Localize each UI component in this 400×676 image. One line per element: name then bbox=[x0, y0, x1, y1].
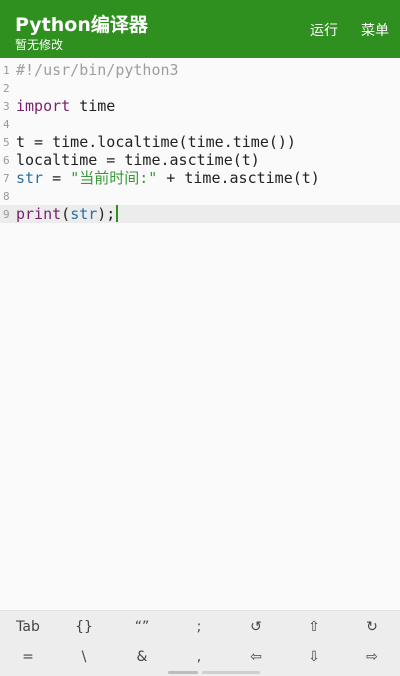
key-quotes[interactable]: “” bbox=[122, 619, 162, 635]
menu-button[interactable]: 菜单 bbox=[361, 20, 389, 40]
key-semicolon[interactable]: ; bbox=[179, 619, 219, 635]
shift-up-icon[interactable]: ⇧ bbox=[294, 619, 334, 635]
code-line[interactable]: 7 str = "当前时间:" + time.asctime(t) bbox=[0, 169, 400, 187]
line-number: 7 bbox=[3, 172, 10, 185]
code-editor[interactable]: 1 #!/usr/bin/python3 2 3 import time 4 5… bbox=[0, 58, 400, 610]
key-ampersand[interactable]: & bbox=[122, 649, 162, 665]
app-title: Python编译器 bbox=[15, 14, 148, 36]
key-equals[interactable]: = bbox=[8, 649, 48, 665]
line-number: 1 bbox=[3, 64, 10, 77]
key-backslash[interactable]: \ bbox=[64, 649, 104, 665]
line-number: 4 bbox=[3, 118, 10, 131]
arrow-left-icon[interactable]: ⇦ bbox=[236, 649, 276, 665]
code-text: #!/usr/bin/python3 bbox=[16, 61, 179, 79]
navigation-handle bbox=[168, 671, 198, 674]
code-line[interactable]: 1 #!/usr/bin/python3 bbox=[0, 61, 400, 79]
line-number: 9 bbox=[3, 208, 10, 221]
key-tab[interactable]: Tab bbox=[8, 619, 48, 635]
key-comma[interactable]: , bbox=[179, 649, 219, 665]
arrow-right-icon[interactable]: ⇨ bbox=[352, 649, 392, 665]
code-line[interactable]: 3 import time bbox=[0, 97, 400, 115]
code-text: import time bbox=[16, 97, 116, 115]
string-token: "当前时间:" bbox=[70, 169, 158, 187]
key-braces[interactable]: {} bbox=[64, 619, 104, 635]
arrow-down-icon[interactable]: ⇩ bbox=[294, 649, 334, 665]
code-line[interactable]: 2 bbox=[0, 79, 400, 97]
undo-icon[interactable]: ↺ bbox=[236, 619, 276, 635]
code-line[interactable]: 5 t = time.localtime(time.time()) bbox=[0, 133, 400, 151]
code-text: str = "当前时间:" + time.asctime(t) bbox=[16, 169, 320, 187]
symbol-keyboard-bar: Tab {} “” ; ↺ ⇧ ↻ = \ & , ⇦ ⇩ ⇨ bbox=[0, 610, 400, 676]
code-line[interactable]: 4 bbox=[0, 115, 400, 133]
app-bar: Python编译器 暂无修改 运行 菜单 bbox=[0, 0, 400, 58]
navigation-handle bbox=[202, 671, 260, 674]
builtin-token: str bbox=[70, 205, 98, 223]
line-number: 6 bbox=[3, 154, 10, 167]
line-number: 3 bbox=[3, 100, 10, 113]
code-line[interactable]: 6 localtime = time.asctime(t) bbox=[0, 151, 400, 169]
keyword-token: import bbox=[16, 97, 71, 115]
keyword-token: print bbox=[16, 205, 62, 223]
redo-icon[interactable]: ↻ bbox=[352, 619, 392, 635]
run-button[interactable]: 运行 bbox=[310, 20, 338, 40]
modification-status: 暂无修改 bbox=[15, 38, 64, 52]
text-cursor bbox=[116, 205, 119, 222]
line-number: 8 bbox=[3, 190, 10, 203]
code-text: print(str); bbox=[16, 205, 119, 223]
code-text: t = time.localtime(time.time()) bbox=[16, 133, 296, 151]
code-text: localtime = time.asctime(t) bbox=[16, 151, 260, 169]
line-number: 2 bbox=[3, 82, 10, 95]
code-line[interactable]: 8 bbox=[0, 187, 400, 205]
builtin-token: str bbox=[16, 169, 44, 187]
line-number: 5 bbox=[3, 136, 10, 149]
code-line-current[interactable]: 9 print(str); bbox=[0, 205, 400, 223]
